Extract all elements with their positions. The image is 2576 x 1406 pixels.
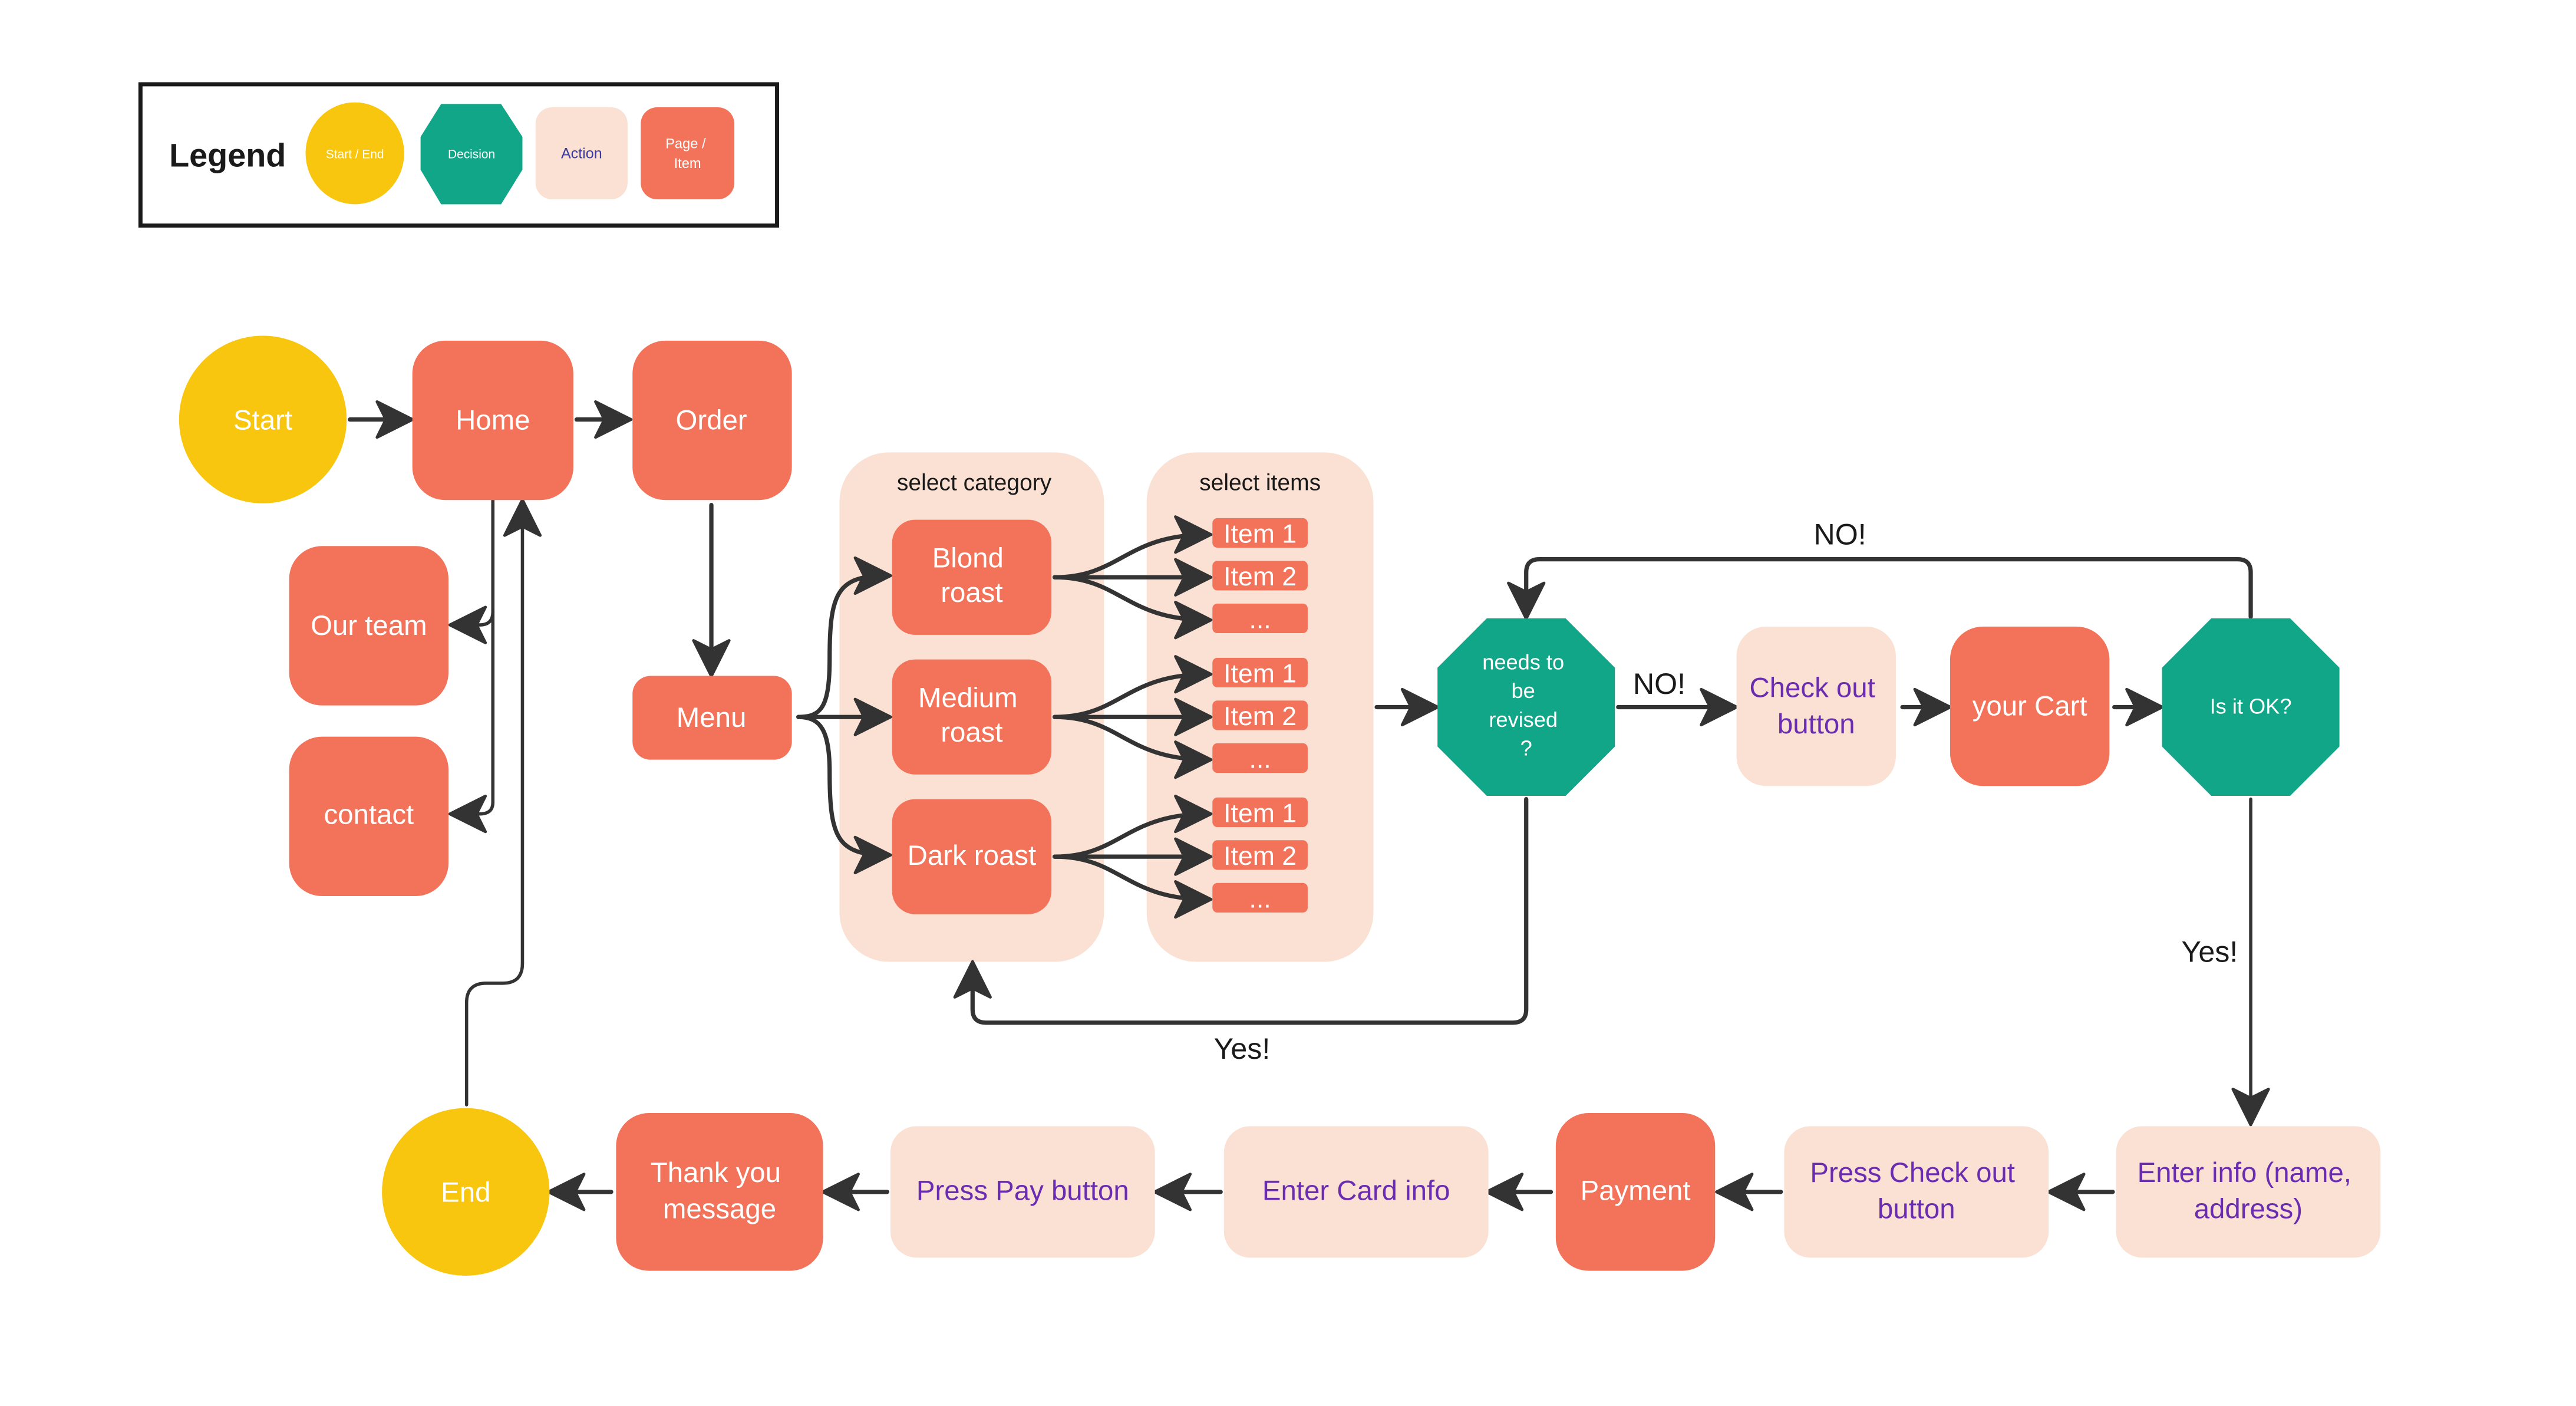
legend-action-label: Action — [561, 145, 602, 162]
item-chip[interactable]: ... — [1212, 883, 1308, 914]
item-chip-label: ... — [1249, 885, 1271, 914]
item-chip-label: Item 2 — [1223, 842, 1297, 871]
edge-label-yes-right: Yes! — [2181, 936, 2238, 969]
is-it-ok-label: Is it OK? — [2210, 694, 2292, 719]
dark-roast-label: Dark roast — [908, 840, 1037, 871]
medium-roast-label-line: Medium — [918, 682, 1018, 713]
node-our-team[interactable]: Our team — [289, 546, 449, 706]
node-press-check-out[interactable]: Press Check out button — [1784, 1126, 2049, 1258]
legend-page-item-label-line: Page / — [665, 137, 706, 152]
item-chip-label: ... — [1249, 745, 1271, 774]
item-chip-label: ... — [1249, 605, 1271, 634]
home-label: Home — [456, 404, 530, 436]
node-is-it-ok[interactable]: Is it OK? — [2162, 618, 2340, 796]
item-chip[interactable]: Item 2 — [1212, 840, 1308, 871]
item-chip-label: Item 2 — [1223, 562, 1297, 591]
needs-revision-label-line: ? — [1520, 736, 1532, 760]
start-label: Start — [233, 404, 292, 436]
legend-page-item-shape — [641, 107, 735, 200]
edge-home-contact — [448, 610, 495, 834]
needs-revision-label-line: revised — [1489, 707, 1558, 732]
node-enter-card-info[interactable]: Enter Card info — [1223, 1126, 1489, 1258]
check-out-button-shape — [1736, 626, 1896, 786]
node-press-pay-button[interactable]: Press Pay button — [890, 1126, 1155, 1258]
thank-you-message-label-line: Thank you — [651, 1157, 781, 1188]
legend-page-item-label-line: Item — [674, 156, 701, 172]
order-label: Order — [675, 404, 747, 436]
thank-you-message-label-line: message — [663, 1193, 776, 1224]
menu-label: Menu — [677, 702, 747, 733]
end-label: End — [441, 1177, 490, 1209]
flowchart-canvas: Legend Start / End Decision Action Page … — [138, 82, 2381, 1276]
edge-isok-revise-no — [1507, 557, 2253, 620]
select-category-label: select category — [897, 470, 1052, 496]
item-chip[interactable]: ... — [1212, 743, 1308, 774]
node-enter-info[interactable]: Enter info (name, address) — [2116, 1126, 2381, 1258]
press-check-out-shape — [1784, 1126, 2049, 1258]
item-chip-label: Item 2 — [1223, 702, 1297, 731]
node-dark-roast[interactable]: Dark roast — [892, 799, 1052, 914]
node-blond-roast[interactable]: Blond roast — [892, 519, 1052, 635]
item-chip-label: Item 1 — [1223, 520, 1297, 549]
check-out-button-label-line: button — [1777, 709, 1855, 740]
legend-title: Legend — [169, 137, 286, 173]
item-chip[interactable]: Item 2 — [1212, 561, 1308, 591]
blond-roast-label-line: Blond — [932, 543, 1004, 574]
medium-roast-label-line: roast — [941, 717, 1002, 748]
check-out-button-label-line: Check out — [1749, 673, 1875, 704]
node-payment[interactable]: Payment — [1555, 1113, 1716, 1271]
thank-you-message-shape — [616, 1113, 823, 1271]
node-end[interactable]: End — [382, 1108, 550, 1276]
node-needs-revision[interactable]: needs to be revised ? — [1437, 618, 1615, 796]
edge-home-our-team — [448, 496, 495, 644]
legend: Legend Start / End Decision Action Page … — [138, 82, 780, 228]
enter-info-label-line: address) — [2194, 1193, 2303, 1224]
item-chip-label: Item 1 — [1223, 799, 1297, 828]
node-start[interactable]: Start — [179, 335, 347, 503]
contact-label: contact — [324, 799, 414, 830]
node-home[interactable]: Home — [412, 340, 573, 501]
edge-label-no-mid: NO! — [1633, 667, 1686, 700]
enter-card-info-label: Enter Card info — [1262, 1175, 1450, 1207]
press-check-out-label-line: Press Check out — [1810, 1157, 2015, 1188]
node-contact[interactable]: contact — [289, 736, 449, 897]
press-check-out-label-line: button — [1878, 1193, 1955, 1224]
edge-label-yes-bottom: Yes! — [1214, 1032, 1271, 1065]
node-menu[interactable]: Menu — [632, 676, 792, 760]
item-chip-label: Item 1 — [1223, 660, 1297, 689]
item-chip[interactable]: Item 1 — [1212, 797, 1308, 828]
item-chip[interactable]: Item 1 — [1212, 518, 1308, 549]
your-cart-label: your Cart — [1973, 690, 2087, 722]
needs-revision-label-line: be — [1512, 679, 1535, 703]
enter-info-label-line: Enter info (name, — [2138, 1157, 2351, 1188]
edge-label-no-top: NO! — [1814, 518, 1866, 551]
node-your-cart[interactable]: your Cart — [1950, 626, 2110, 786]
item-chips: Item 1 Item 2... Item 1 Item 2... Item 1 Item… — [1212, 518, 1308, 914]
select-items-label: select items — [1199, 470, 1321, 496]
item-chip[interactable]: ... — [1212, 603, 1308, 634]
node-order[interactable]: Order — [632, 340, 792, 501]
legend-decision-label: Decision — [448, 147, 495, 161]
item-chip[interactable]: Item 2 — [1212, 700, 1308, 731]
enter-info-shape — [2116, 1126, 2381, 1258]
press-pay-button-label: Press Pay button — [916, 1175, 1129, 1207]
node-check-out-button[interactable]: Check out button — [1736, 626, 1896, 786]
payment-label: Payment — [1581, 1175, 1691, 1207]
node-thank-you-message[interactable]: Thank you message — [616, 1113, 823, 1271]
needs-revision-label-line: needs to — [1482, 650, 1564, 674]
our-team-label: Our team — [311, 610, 427, 641]
node-medium-roast[interactable]: Medium roast — [892, 659, 1052, 775]
legend-start-end-label: Start / End — [326, 147, 384, 161]
item-chip[interactable]: Item 1 — [1212, 657, 1308, 689]
blond-roast-label-line: roast — [941, 577, 1002, 608]
